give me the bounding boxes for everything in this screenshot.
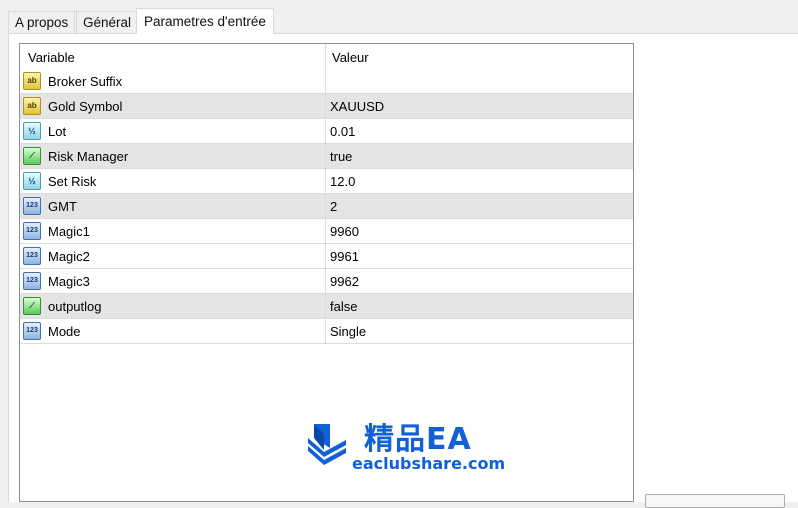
tab-a-propos[interactable]: A propos — [8, 11, 76, 33]
parameter-value[interactable]: 0.01 — [330, 124, 355, 139]
string-type-icon: ab — [23, 97, 41, 115]
double-type-icon: ½ — [23, 172, 41, 190]
parameter-value[interactable]: true — [330, 149, 352, 164]
parameter-name: Broker Suffix — [48, 74, 123, 89]
bool-type-icon: ⟋ — [23, 297, 41, 315]
parameter-name: GMT — [48, 199, 77, 214]
parameter-name: Mode — [48, 324, 81, 339]
parameter-value[interactable]: 9960 — [330, 224, 359, 239]
parameter-row[interactable]: ab Gold Symbol XAUUSD — [20, 94, 633, 119]
parameter-name: Lot — [48, 124, 67, 139]
stacked-books-icon — [308, 424, 346, 465]
watermark: 精品EA eaclubshare.com — [300, 414, 505, 484]
parameter-name: Gold Symbol — [48, 99, 123, 114]
watermark-title: 精品EA — [364, 422, 472, 457]
parameter-row[interactable]: 123 Mode Single — [20, 319, 633, 344]
int-type-icon: 123 — [23, 322, 41, 340]
column-header-value[interactable]: Valeur — [332, 50, 369, 65]
int-type-icon: 123 — [23, 197, 41, 215]
parameter-name: Magic2 — [48, 249, 90, 264]
parameter-row[interactable]: 123 Magic2 9961 — [20, 244, 633, 269]
int-type-icon: 123 — [23, 247, 41, 265]
parameter-value[interactable]: XAUUSD — [330, 99, 384, 114]
parameter-value[interactable]: 9961 — [330, 249, 359, 264]
int-type-icon: 123 — [23, 222, 41, 240]
dialog-button[interactable] — [645, 494, 785, 508]
parameter-row[interactable]: ½ Set Risk 12.0 — [20, 169, 633, 194]
parameter-row[interactable]: 123 Magic1 9960 — [20, 219, 633, 244]
parameter-value[interactable]: 12.0 — [330, 174, 355, 189]
grid-header: Variable Valeur — [20, 44, 633, 69]
string-type-icon: ab — [23, 72, 41, 90]
parameter-row[interactable]: 123 Magic3 9962 — [20, 269, 633, 294]
parameter-row[interactable]: ⟋ Risk Manager true — [20, 144, 633, 169]
parameter-row[interactable]: 123 GMT 2 — [20, 194, 633, 219]
parameter-value[interactable]: Single — [330, 324, 366, 339]
parameter-row[interactable]: ½ Lot 0.01 — [20, 119, 633, 144]
parameter-value[interactable]: false — [330, 299, 357, 314]
parameter-row[interactable]: ab Broker Suffix — [20, 69, 633, 94]
tab-bar: A propos Général Parametres d'entrée — [0, 0, 798, 34]
tab-general[interactable]: Général — [76, 11, 139, 33]
parameter-name: Magic1 — [48, 224, 90, 239]
parameter-name: Magic3 — [48, 274, 90, 289]
parameter-value[interactable]: 9962 — [330, 274, 359, 289]
column-header-variable[interactable]: Variable — [28, 50, 75, 65]
int-type-icon: 123 — [23, 272, 41, 290]
parameter-name: Set Risk — [48, 174, 97, 189]
tab-parametres-entree[interactable]: Parametres d'entrée — [136, 8, 274, 34]
bool-type-icon: ⟋ — [23, 147, 41, 165]
column-divider[interactable] — [325, 44, 326, 344]
double-type-icon: ½ — [23, 122, 41, 140]
parameter-value[interactable]: 2 — [330, 199, 337, 214]
parameter-row[interactable]: ⟋ outputlog false — [20, 294, 633, 319]
watermark-url: eaclubshare.com — [352, 454, 506, 473]
parameter-name: Risk Manager — [48, 149, 129, 164]
parameter-name: outputlog — [48, 299, 102, 314]
